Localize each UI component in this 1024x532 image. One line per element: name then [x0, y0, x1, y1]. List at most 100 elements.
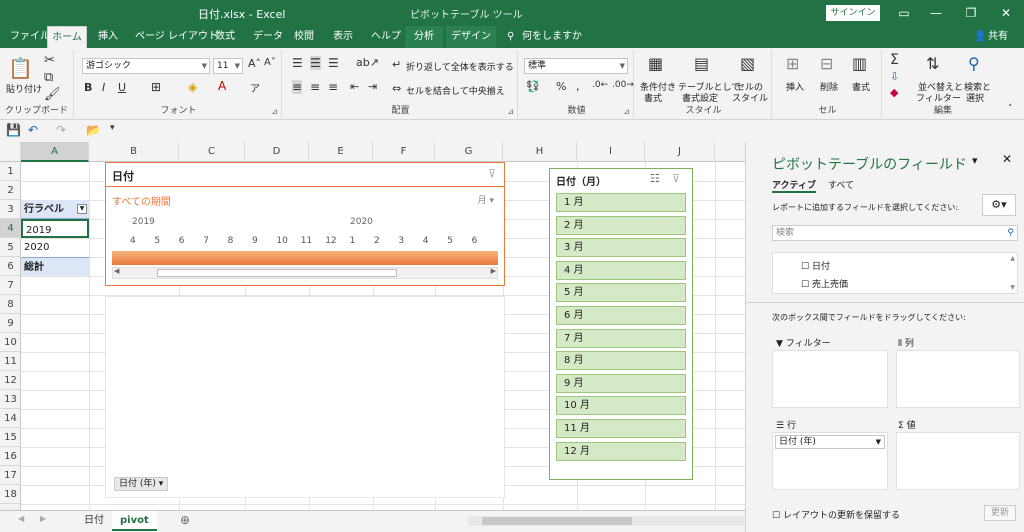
wrap-text-icon[interactable]: ↵ — [392, 58, 401, 71]
clear-filter-icon[interactable]: ⊽ — [488, 167, 496, 180]
fill-color-icon[interactable]: ◈ — [188, 80, 197, 94]
save-icon[interactable]: 💾 — [6, 123, 21, 137]
slicer-item-month[interactable]: 3 月 — [556, 238, 686, 258]
tab-review[interactable]: 校閲 — [290, 26, 318, 48]
close-icon[interactable]: ✕ — [995, 4, 1017, 22]
autosum-icon[interactable]: Σ — [890, 52, 899, 68]
slicer-item-month[interactable]: 1 月 — [556, 193, 686, 212]
delete-cells-button[interactable]: 削除 — [820, 80, 838, 93]
slicer-item-month[interactable]: 10 月 — [556, 396, 686, 416]
open-icon[interactable]: 📂 — [86, 123, 101, 137]
row-header[interactable]: 6 — [0, 257, 21, 276]
slicer-item-month[interactable]: 8 月 — [556, 351, 686, 371]
sort-filter-icon[interactable]: ⇅ — [926, 54, 939, 73]
add-sheet-icon[interactable]: ⊕ — [180, 513, 190, 527]
share-button[interactable]: 共有 — [984, 26, 1012, 48]
wrap-text-button[interactable]: 折り返して全体を表示する — [406, 60, 514, 73]
fill-icon[interactable]: ⇩ — [890, 70, 899, 83]
row-header[interactable]: 17 — [0, 466, 21, 485]
tab-home[interactable]: ホーム — [47, 26, 87, 48]
row-header[interactable]: 12 — [0, 371, 21, 390]
tell-me-input[interactable]: 何をしますか — [518, 26, 586, 48]
timeline-scroll-thumb[interactable] — [157, 269, 397, 277]
timeline-month-tick[interactable]: 9 — [252, 236, 258, 246]
row-header[interactable]: 13 — [0, 390, 21, 409]
tab-view[interactable]: 表示 — [329, 26, 357, 48]
slicer-item-month[interactable]: 5 月 — [556, 283, 686, 303]
tab-help[interactable]: ヘルプ — [367, 26, 405, 48]
timeline-month-tick[interactable]: 6 — [179, 236, 185, 246]
indent-decrease-icon[interactable]: ⇤ — [350, 80, 359, 93]
merge-icon[interactable]: ⇔ — [392, 82, 401, 95]
font-size-combo[interactable]: 11 ▼ — [213, 58, 243, 74]
ribbon-display-icon[interactable]: ▭ — [893, 4, 915, 22]
field-item-sales[interactable]: ☐ 売上売価 — [801, 277, 848, 290]
sheet-tab-date[interactable]: 日付 — [76, 511, 112, 531]
row-header[interactable]: 15 — [0, 428, 21, 447]
slicer-item-month[interactable]: 2 月 — [556, 215, 686, 235]
find-select-icon[interactable]: ⚲ — [968, 54, 980, 73]
currency-icon[interactable]: 💱 — [526, 80, 540, 93]
timeline-level-dropdown[interactable]: 月 ▾ — [478, 193, 494, 206]
pane-close-icon[interactable]: ✕ — [1002, 152, 1012, 166]
format-as-table-icon[interactable]: ▤ — [694, 54, 709, 73]
timeline-month-tick[interactable]: 1 — [350, 236, 356, 246]
pane-settings-gear-icon[interactable]: ⚙▾ — [982, 194, 1016, 216]
timeline-selection-bar[interactable] — [112, 251, 498, 265]
tab-data[interactable]: データ — [249, 26, 287, 48]
insert-cells-button[interactable]: 挿入 — [786, 80, 804, 93]
filter-drop-area[interactable] — [772, 350, 888, 408]
rows-drop-area[interactable]: 日付 (年) ▼ — [772, 432, 888, 490]
column-header-f[interactable]: F — [373, 142, 435, 162]
timeline-month-tick[interactable]: 4 — [423, 236, 429, 246]
row-header[interactable]: 14 — [0, 409, 21, 428]
row-header[interactable]: 8 — [0, 295, 21, 314]
clear-icon[interactable]: ◆ — [890, 86, 898, 99]
defer-update-checkbox[interactable]: ☐ レイアウトの更新を保留する — [772, 508, 900, 521]
shrink-font-icon[interactable]: A˅ — [264, 57, 276, 68]
select-all-corner[interactable] — [0, 142, 21, 162]
format-cells-button[interactable]: 書式 — [852, 80, 870, 93]
tab-analyze[interactable]: 分析 — [405, 26, 443, 48]
cut-icon[interactable]: ✂ — [44, 53, 55, 68]
timeline-slicer[interactable]: 日付 ⊽ すべての期間 月 ▾ 2019 2020 4 5 6 7 8 9 10 11 12 1 2… — [105, 162, 505, 286]
decrease-decimal-icon[interactable]: .00→ — [612, 80, 634, 90]
indent-increase-icon[interactable]: ⇥ — [368, 80, 377, 93]
align-middle-icon[interactable]: ☰ — [310, 56, 321, 70]
phonetic-icon[interactable]: ア — [250, 80, 260, 95]
merge-center-button[interactable]: セルを結合して中央揃え — [406, 84, 505, 97]
slicer-item-month[interactable]: 7 月 — [556, 328, 686, 348]
alignment-launcher-icon[interactable]: ⊿ — [507, 107, 514, 116]
timeline-month-tick[interactable]: 5 — [154, 236, 160, 246]
columns-drop-area[interactable] — [896, 350, 1020, 408]
cell-styles-icon[interactable]: ▧ — [740, 54, 755, 73]
cell-a4[interactable]: 2019 — [21, 219, 89, 238]
number-format-combo[interactable]: 標準 ▼ — [524, 58, 628, 74]
column-header-i[interactable]: I — [577, 142, 645, 162]
column-header-h[interactable]: H — [503, 142, 577, 162]
tab-page-layout[interactable]: ページ レイアウト — [131, 26, 222, 48]
copy-icon[interactable]: ⧉ — [44, 70, 53, 85]
row-label-filter-icon[interactable]: ▼ — [77, 204, 87, 214]
pane-options-icon[interactable]: ▾ — [972, 154, 978, 167]
undo-icon[interactable]: ↶ — [28, 123, 38, 137]
row-header[interactable]: 1 — [0, 162, 21, 181]
tell-me-icon[interactable]: ⚲ — [503, 26, 518, 48]
italic-icon[interactable]: I — [102, 81, 105, 94]
slicer-item-month[interactable]: 11 月 — [556, 419, 686, 438]
column-header-j[interactable]: J — [645, 142, 715, 162]
row-header[interactable]: 2 — [0, 181, 21, 200]
paste-icon[interactable]: 📋 — [8, 56, 33, 80]
timeline-month-tick[interactable]: 2 — [374, 236, 380, 246]
align-right-icon[interactable]: ≡ — [328, 80, 338, 94]
timeline-month-tick[interactable]: 4 — [130, 236, 136, 246]
horizontal-scroll-thumb[interactable] — [482, 517, 632, 525]
paste-button[interactable]: 貼り付け — [6, 82, 42, 95]
timeline-month-tick[interactable]: 6 — [472, 236, 478, 246]
timeline-month-tick[interactable]: 7 — [203, 236, 209, 246]
comma-icon[interactable]: , — [576, 80, 580, 93]
field-search-input[interactable]: 検索 ⚲ — [772, 225, 1018, 241]
align-center-icon[interactable]: ≡ — [310, 80, 320, 94]
format-cells-icon[interactable]: ▥ — [852, 54, 867, 73]
font-color-icon[interactable]: A — [218, 79, 226, 93]
